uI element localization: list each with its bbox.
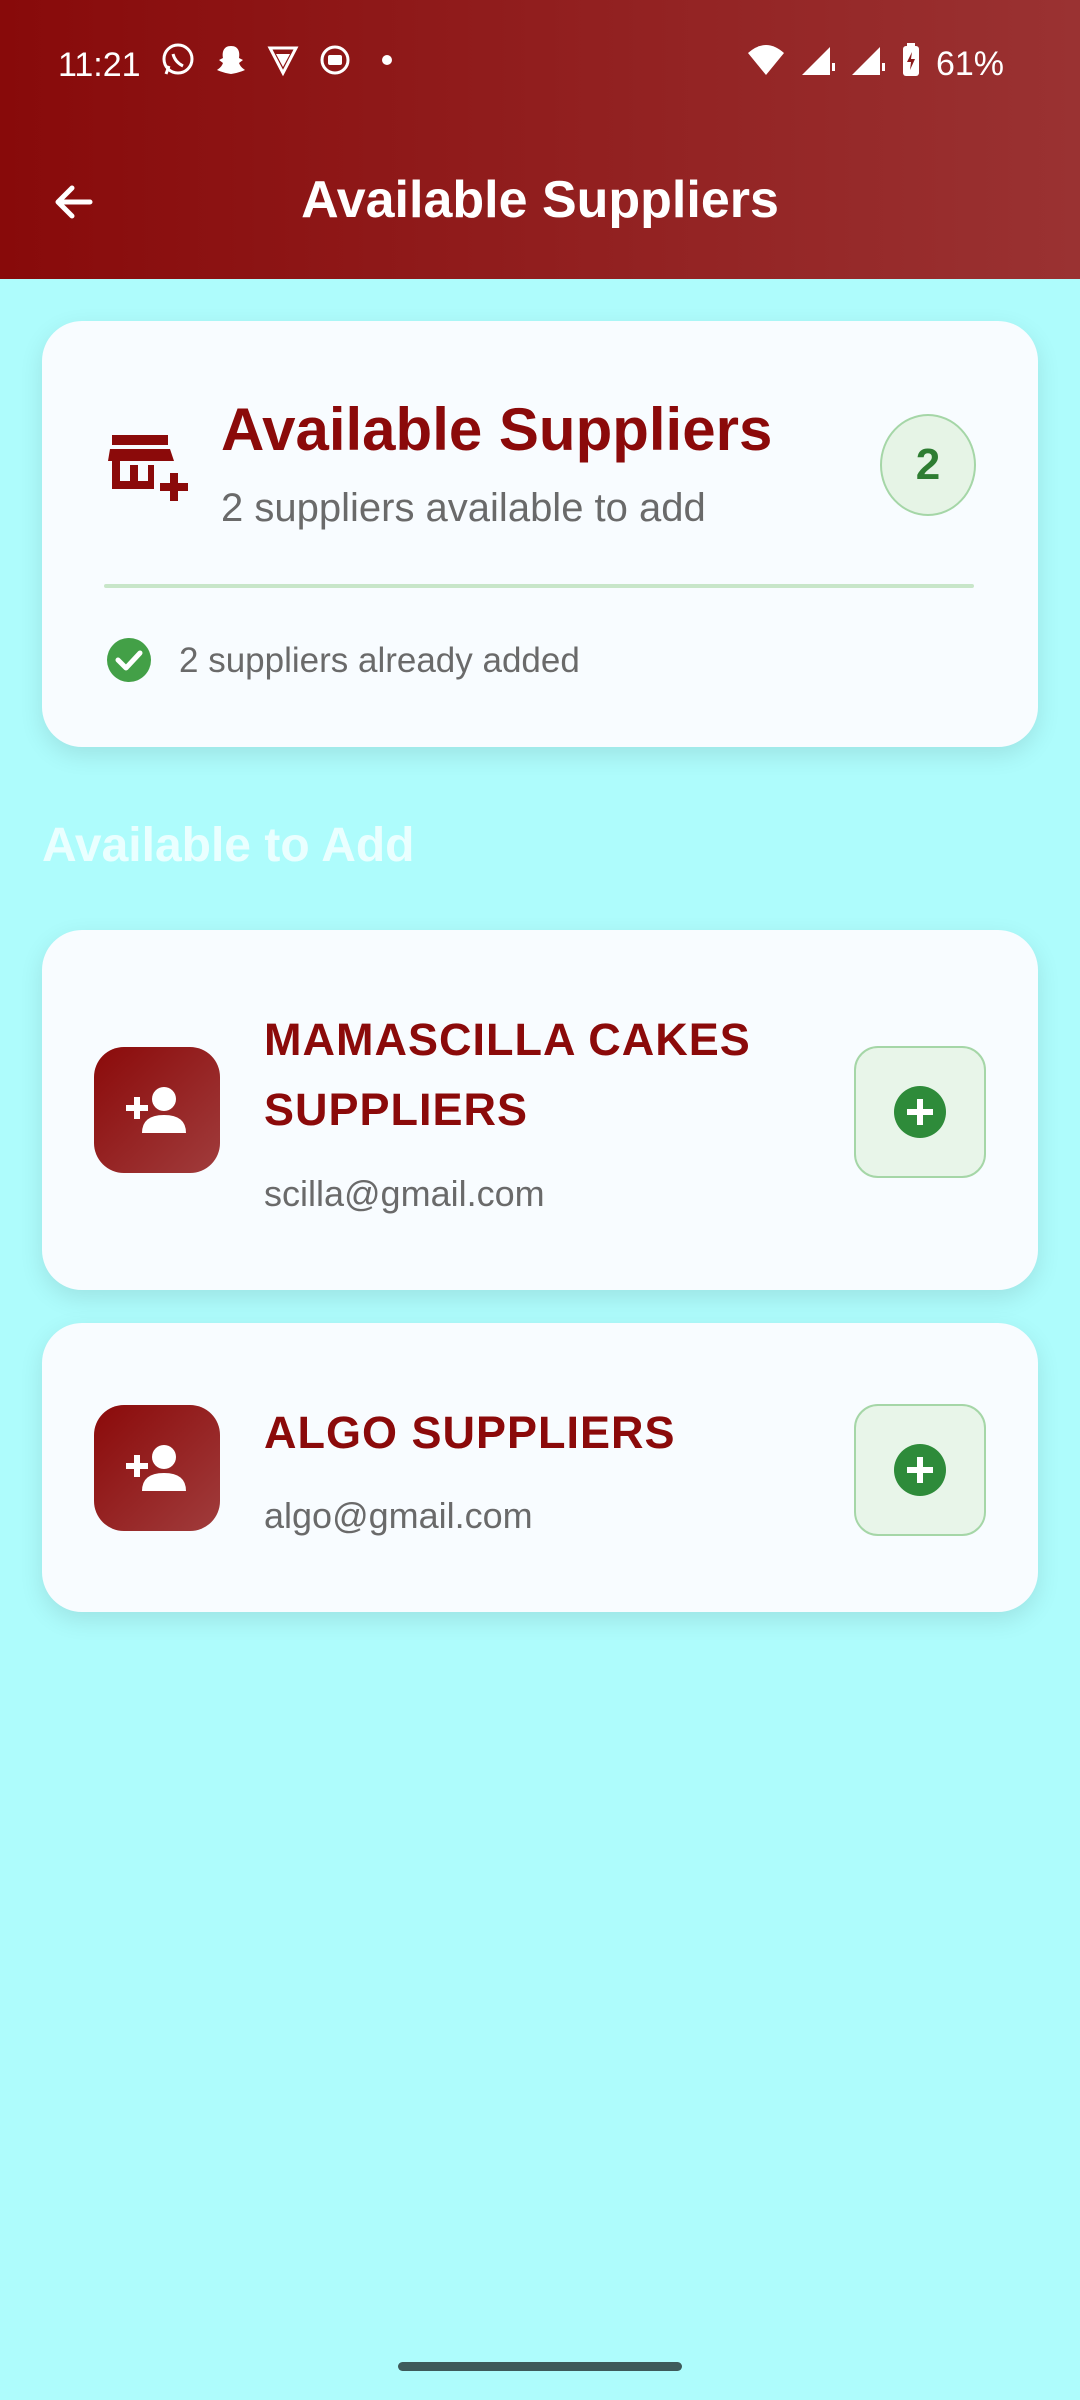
system-status: 61% [746, 42, 1004, 87]
supplier-card: ALGO SUPPLIERS algo@gmail.com [42, 1323, 1038, 1612]
supplier-name: MAMASCILLA CAKES SUPPLIERS [264, 1014, 751, 1135]
summary-card: Available Suppliers 2 suppliers availabl… [42, 321, 1038, 747]
supplier-card: MAMASCILLA CAKES SUPPLIERS scilla@gmail.… [42, 930, 1038, 1290]
divider [104, 584, 974, 588]
battery-percent: 61% [935, 45, 1004, 83]
battery-icon [900, 42, 922, 87]
store-add-icon [108, 431, 192, 508]
person-add-icon [126, 1445, 186, 1491]
wifi-icon [746, 43, 786, 86]
supplier-email: scilla@gmail.com [264, 1173, 545, 1214]
whatsapp-icon [160, 42, 196, 78]
section-title: Available to Add [42, 819, 415, 872]
avatar [94, 1047, 220, 1173]
count-badge: 2 [880, 414, 976, 516]
add-supplier-button[interactable] [854, 1046, 986, 1178]
supplier-name: ALGO SUPPLIERS [264, 1407, 676, 1458]
check-circle-icon [106, 637, 152, 688]
status-bar: 11:21 61% [0, 0, 1080, 130]
summary-subtitle: 2 suppliers available to add [221, 486, 706, 530]
already-added-text: 2 suppliers already added [179, 641, 580, 680]
person-add-icon [126, 1087, 186, 1133]
supplier-email: algo@gmail.com [264, 1495, 533, 1536]
home-indicator[interactable] [398, 2362, 682, 2371]
add-circle-icon [894, 1086, 946, 1138]
summary-title: Available Suppliers [221, 396, 773, 463]
avatar [94, 1405, 220, 1531]
add-circle-icon [894, 1444, 946, 1496]
status-time: 11:21 [58, 46, 141, 84]
dot-icon [370, 43, 404, 77]
vpn-icon [266, 43, 300, 77]
notification-icons [160, 42, 404, 78]
page-title: Available Suppliers [301, 171, 779, 229]
signal-icon [800, 43, 836, 86]
app-bar: 11:21 61% Available Suppliers [0, 0, 1080, 279]
snapchat-icon [214, 43, 248, 77]
add-supplier-button[interactable] [854, 1404, 986, 1536]
signal-icon [850, 43, 886, 86]
cast-icon [318, 43, 352, 77]
